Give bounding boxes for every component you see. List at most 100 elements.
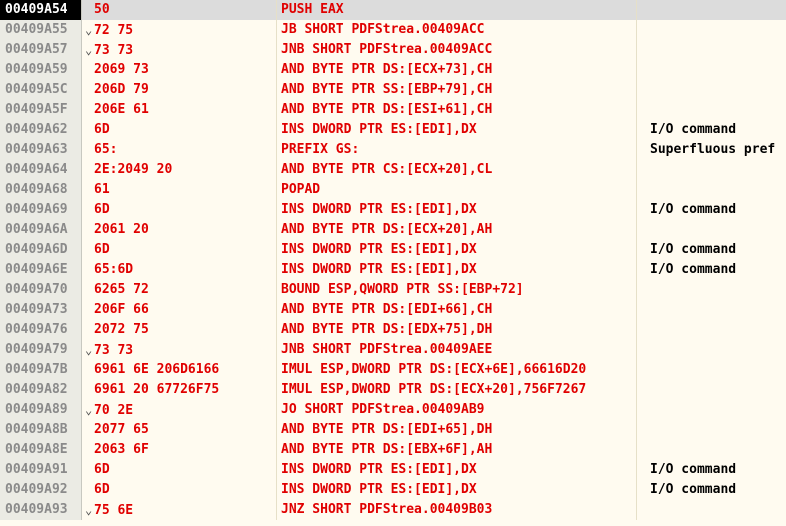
hex-dump-cell[interactable]: 6D bbox=[82, 240, 276, 260]
comment-cell[interactable]: I/O command bbox=[636, 260, 786, 280]
disasm-row[interactable]: 00409A93 ⌄ 75 6E JNZ SHORT PDFStrea.00409B0… bbox=[0, 500, 786, 520]
disasm-row[interactable]: 00409A79 ⌄ 73 73 JNB SHORT PDFStrea.00409AE… bbox=[0, 340, 786, 360]
disasm-row[interactable]: 00409A59 2069 73 AND BYTE PTR DS:[ECX+73],… bbox=[0, 60, 786, 80]
disasm-row[interactable]: 00409A91 6D INS DWORD PTR ES:[EDI],DX I/O c… bbox=[0, 460, 786, 480]
instruction-cell[interactable]: INS DWORD PTR ES:[EDI],DX bbox=[276, 240, 636, 260]
address-cell[interactable]: 00409A68 bbox=[0, 180, 82, 200]
disasm-row-selected[interactable]: 00409A54 50 PUSH EAX bbox=[0, 0, 786, 20]
comment-cell[interactable]: I/O command bbox=[636, 120, 786, 140]
disasm-row[interactable]: 00409A57 ⌄ 73 73 JNB SHORT PDFStrea.00409AC… bbox=[0, 40, 786, 60]
address-cell[interactable]: 00409A70 bbox=[0, 280, 82, 300]
instruction-cell[interactable]: INS DWORD PTR ES:[EDI],DX bbox=[276, 260, 636, 280]
disasm-row[interactable]: 00409A68 61 POPAD bbox=[0, 180, 786, 200]
instruction-cell[interactable]: JNB SHORT PDFStrea.00409AEE bbox=[276, 340, 636, 360]
address-cell[interactable]: 00409A6D bbox=[0, 240, 82, 260]
disasm-row[interactable]: 00409A5C 206D 79 AND BYTE PTR SS:[EBP+79],… bbox=[0, 80, 786, 100]
address-cell[interactable]: 00409A62 bbox=[0, 120, 82, 140]
instruction-cell[interactable]: INS DWORD PTR ES:[EDI],DX bbox=[276, 120, 636, 140]
comment-cell[interactable]: I/O command bbox=[636, 240, 786, 260]
hex-dump-cell[interactable]: 206D 79 bbox=[82, 80, 276, 100]
hex-dump-cell[interactable]: 6D bbox=[82, 120, 276, 140]
address-cell[interactable]: 00409A93 bbox=[0, 500, 82, 520]
address-cell[interactable]: 00409A91 bbox=[0, 460, 82, 480]
address-cell[interactable]: 00409A54 bbox=[0, 0, 82, 20]
instruction-cell[interactable]: INS DWORD PTR ES:[EDI],DX bbox=[276, 460, 636, 480]
hex-dump-cell[interactable]: 65:6D bbox=[82, 260, 276, 280]
comment-cell[interactable] bbox=[636, 100, 786, 120]
disasm-row[interactable]: 00409A69 6D INS DWORD PTR ES:[EDI],DX I/O c… bbox=[0, 200, 786, 220]
comment-cell[interactable] bbox=[636, 500, 786, 520]
disasm-row[interactable]: 00409A8B 2077 65 AND BYTE PTR DS:[EDI+65],… bbox=[0, 420, 786, 440]
hex-dump-cell[interactable]: ⌄ 72 75 bbox=[82, 20, 276, 40]
hex-dump-cell[interactable]: 2077 65 bbox=[82, 420, 276, 440]
disasm-row[interactable]: 00409A6A 2061 20 AND BYTE PTR DS:[ECX+20],… bbox=[0, 220, 786, 240]
hex-dump-cell[interactable]: 6961 6E 206D6166 bbox=[82, 360, 276, 380]
disasm-row[interactable]: 00409A55 ⌄ 72 75 JB SHORT PDFStrea.00409ACC bbox=[0, 20, 786, 40]
instruction-cell[interactable]: PUSH EAX bbox=[276, 0, 636, 20]
instruction-cell[interactable]: JNZ SHORT PDFStrea.00409B03 bbox=[276, 500, 636, 520]
comment-cell[interactable] bbox=[636, 80, 786, 100]
disasm-row[interactable]: 00409A73 206F 66 AND BYTE PTR DS:[EDI+66],… bbox=[0, 300, 786, 320]
disasm-row[interactable]: 00409A6D 6D INS DWORD PTR ES:[EDI],DX I/O c… bbox=[0, 240, 786, 260]
address-cell[interactable]: 00409A69 bbox=[0, 200, 82, 220]
disasm-row[interactable]: 00409A76 2072 75 AND BYTE PTR DS:[EDX+75],… bbox=[0, 320, 786, 340]
disasm-row[interactable]: 00409A89 ⌄ 70 2E JO SHORT PDFStrea.00409AB9 bbox=[0, 400, 786, 420]
disasm-row[interactable]: 00409A62 6D INS DWORD PTR ES:[EDI],DX I/O c… bbox=[0, 120, 786, 140]
address-cell[interactable]: 00409A76 bbox=[0, 320, 82, 340]
instruction-cell[interactable]: JO SHORT PDFStrea.00409AB9 bbox=[276, 400, 636, 420]
comment-cell[interactable]: Superfluous pref bbox=[636, 140, 786, 160]
instruction-cell[interactable]: JNB SHORT PDFStrea.00409ACC bbox=[276, 40, 636, 60]
comment-cell[interactable] bbox=[636, 160, 786, 180]
instruction-cell[interactable]: JB SHORT PDFStrea.00409ACC bbox=[276, 20, 636, 40]
address-cell[interactable]: 00409A82 bbox=[0, 380, 82, 400]
comment-cell[interactable] bbox=[636, 60, 786, 80]
instruction-cell[interactable]: AND BYTE PTR DS:[ECX+73],CH bbox=[276, 60, 636, 80]
instruction-cell[interactable]: AND BYTE PTR DS:[EDI+66],CH bbox=[276, 300, 636, 320]
hex-dump-cell[interactable]: ⌄ 75 6E bbox=[82, 500, 276, 520]
address-cell[interactable]: 00409A6A bbox=[0, 220, 82, 240]
comment-cell[interactable] bbox=[636, 0, 786, 20]
instruction-cell[interactable]: IMUL ESP,DWORD PTR DS:[ECX+20],756F7267 bbox=[276, 380, 636, 400]
address-cell[interactable]: 00409A79 bbox=[0, 340, 82, 360]
instruction-cell[interactable]: PREFIX GS: bbox=[276, 140, 636, 160]
address-cell[interactable]: 00409A64 bbox=[0, 160, 82, 180]
disasm-row[interactable]: 00409A64 2E:2049 20 AND BYTE PTR CS:[ECX+2… bbox=[0, 160, 786, 180]
hex-dump-cell[interactable]: 2E:2049 20 bbox=[82, 160, 276, 180]
disasm-row[interactable]: 00409A82 6961 20 67726F75 IMUL ESP,DWORD P… bbox=[0, 380, 786, 400]
instruction-cell[interactable]: AND BYTE PTR SS:[EBP+79],CH bbox=[276, 80, 636, 100]
address-cell[interactable]: 00409A59 bbox=[0, 60, 82, 80]
comment-cell[interactable]: I/O command bbox=[636, 460, 786, 480]
hex-dump-cell[interactable]: 6D bbox=[82, 480, 276, 500]
address-cell[interactable]: 00409A5C bbox=[0, 80, 82, 100]
comment-cell[interactable] bbox=[636, 420, 786, 440]
address-cell[interactable]: 00409A7B bbox=[0, 360, 82, 380]
hex-dump-cell[interactable]: 2072 75 bbox=[82, 320, 276, 340]
hex-dump-cell[interactable]: ⌄ 73 73 bbox=[82, 340, 276, 360]
hex-dump-cell[interactable]: 50 bbox=[82, 0, 276, 20]
instruction-cell[interactable]: POPAD bbox=[276, 180, 636, 200]
hex-dump-cell[interactable]: 206F 66 bbox=[82, 300, 276, 320]
instruction-cell[interactable]: AND BYTE PTR DS:[EBX+6F],AH bbox=[276, 440, 636, 460]
disassembly-pane[interactable]: 00409A54 50 PUSH EAX 00409A55 ⌄ 72 75 JB SHORT… bbox=[0, 0, 786, 526]
hex-dump-cell[interactable]: 65: bbox=[82, 140, 276, 160]
comment-cell[interactable] bbox=[636, 20, 786, 40]
address-cell[interactable]: 00409A8E bbox=[0, 440, 82, 460]
disasm-row[interactable]: 00409A5F 206E 61 AND BYTE PTR DS:[ESI+61],… bbox=[0, 100, 786, 120]
address-cell[interactable]: 00409A5F bbox=[0, 100, 82, 120]
disasm-row[interactable]: 00409A63 65: PREFIX GS: Superfluous pref bbox=[0, 140, 786, 160]
address-cell[interactable]: 00409A8B bbox=[0, 420, 82, 440]
disasm-row[interactable]: 00409A92 6D INS DWORD PTR ES:[EDI],DX I/O c… bbox=[0, 480, 786, 500]
comment-cell[interactable] bbox=[636, 380, 786, 400]
hex-dump-cell[interactable]: 6D bbox=[82, 200, 276, 220]
hex-dump-cell[interactable]: ⌄ 70 2E bbox=[82, 400, 276, 420]
hex-dump-cell[interactable]: 6D bbox=[82, 460, 276, 480]
instruction-cell[interactable]: IMUL ESP,DWORD PTR DS:[ECX+6E],66616D20 bbox=[276, 360, 636, 380]
comment-cell[interactable] bbox=[636, 320, 786, 340]
comment-cell[interactable]: I/O command bbox=[636, 480, 786, 500]
comment-cell[interactable] bbox=[636, 440, 786, 460]
address-cell[interactable]: 00409A6E bbox=[0, 260, 82, 280]
instruction-cell[interactable]: INS DWORD PTR ES:[EDI],DX bbox=[276, 200, 636, 220]
disasm-row[interactable]: 00409A6E 65:6D INS DWORD PTR ES:[EDI],DX I/… bbox=[0, 260, 786, 280]
instruction-cell[interactable]: AND BYTE PTR DS:[EDX+75],DH bbox=[276, 320, 636, 340]
instruction-cell[interactable]: AND BYTE PTR CS:[ECX+20],CL bbox=[276, 160, 636, 180]
